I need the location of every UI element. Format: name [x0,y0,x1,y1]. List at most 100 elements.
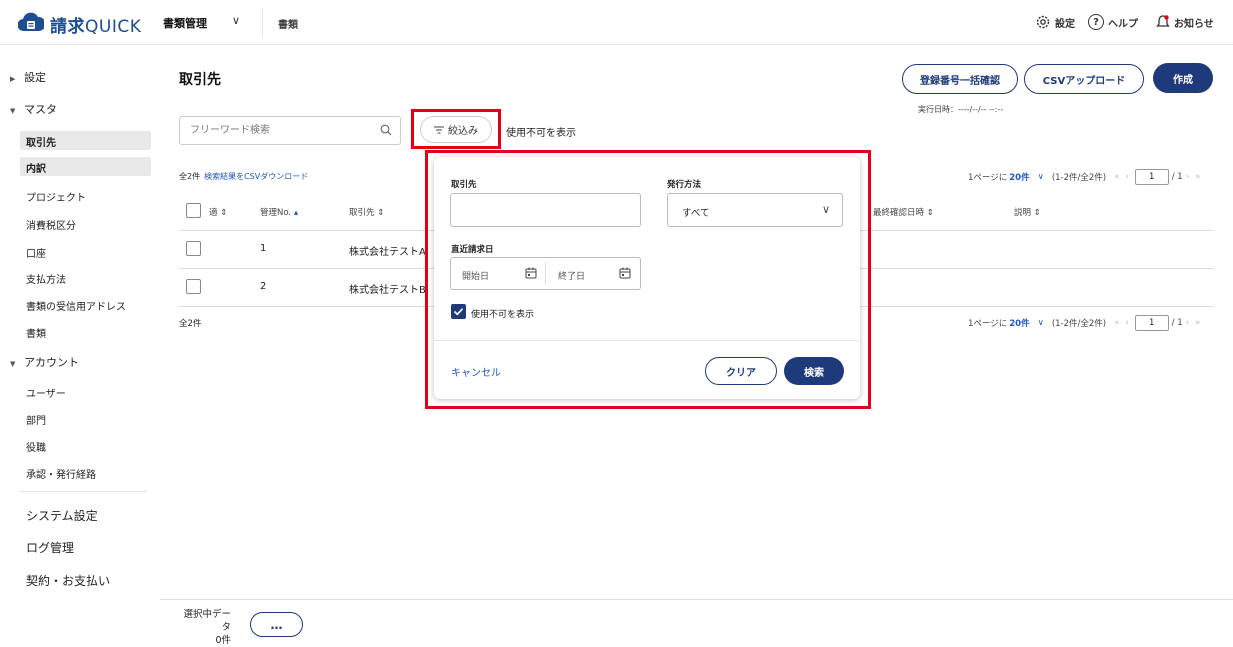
show-disabled-toggle[interactable]: 使用不可を表示 [506,124,576,139]
exec-date: 実行日時：----/--/-- --:-- [918,105,1004,114]
sidebar-item-system-settings[interactable]: システム設定 [26,507,98,524]
page-title: 取引先 [179,72,221,88]
sidebar-item-partners[interactable]: 取引先 [26,134,56,149]
sidebar-section-master[interactable]: ▼ マスタ [10,101,57,117]
header-doc-link[interactable]: 書類 [278,16,298,31]
search-input[interactable] [190,117,370,144]
cloud-logo-icon [18,12,44,32]
sidebar-section-account[interactable]: ▼ アカウント [10,354,79,370]
sidebar-item-breakdown[interactable]: 内訳 [26,160,46,175]
popup-divider [434,340,860,341]
column-header-suitable[interactable]: 適 ⇕ [209,206,227,218]
filter-search-button[interactable]: 検索 [784,357,844,385]
filter-show-disabled-checkbox[interactable] [451,304,466,319]
create-button[interactable]: 作成 [1153,63,1213,93]
app-header: 請求QUICK 書類管理 ∨ 書類 設定 ? ヘルプ お知らせ [0,0,1233,45]
total-count-bottom: 全2件 [179,319,202,329]
column-header-partner[interactable]: 取引先 ⇕ [349,206,384,218]
help-link[interactable]: ? ヘルプ [1088,14,1138,30]
next-page-icon[interactable]: › [1186,318,1189,328]
search-icon[interactable] [380,124,392,136]
date-range-divider [545,262,546,285]
sidebar-item-users[interactable]: ユーザー [26,385,66,400]
triangle-down-icon: ▼ [10,107,16,115]
filter-end-date-input[interactable]: 終了日 [558,269,585,282]
row-checkbox[interactable] [186,241,201,256]
row-partner-name[interactable]: 株式会社テストB [349,281,426,296]
doc-management-menu[interactable]: 書類管理 [163,15,207,31]
bell-icon [1156,15,1170,27]
notice-link[interactable]: お知らせ [1156,14,1214,30]
prev-page-icon[interactable]: ‹ [1125,172,1128,182]
notice-label: お知らせ [1174,18,1214,30]
selected-data-label: 選択中データ 0件 [183,609,231,646]
row-checkbox[interactable] [186,279,201,294]
help-label: ヘルプ [1108,18,1138,30]
sidebar-item-documents[interactable]: 書類 [26,325,46,340]
sidebar-item-tax[interactable]: 消費税区分 [26,217,76,232]
sidebar-item-departments[interactable]: 部門 [26,412,46,427]
settings-label: 設定 [1055,18,1075,30]
page-number-input[interactable]: 1 [1134,315,1169,331]
page-number-input[interactable]: 1 [1134,169,1169,185]
last-page-icon[interactable]: » [1195,318,1200,328]
row-partner-name[interactable]: 株式会社テストA [349,243,426,258]
filter-method-label: 発行方法 [667,180,702,190]
pager-top: 1ページに 20件 ∨ (1-2件/全2件) « ‹ 1 / 1 › » [968,169,1203,185]
gear-icon [1036,15,1050,29]
first-page-icon[interactable]: « [1114,172,1119,182]
last-page-icon[interactable]: » [1195,172,1200,182]
sidebar-item-receive-address[interactable]: 書類の受信用アドレス [26,298,126,313]
checkmark-icon [453,308,464,316]
triangle-right-icon: ▶ [10,75,16,83]
bulk-check-button[interactable]: 登録番号一括確認 [902,64,1018,94]
selected-count: 0件 [215,635,231,646]
csv-download-link[interactable]: 検索結果をCSVダウンロード [204,172,308,181]
filter-cancel-link[interactable]: キャンセル [451,364,501,379]
filter-show-disabled-label: 使用不可を表示 [471,310,535,320]
column-header-description[interactable]: 説明 ⇕ [1014,206,1041,218]
sidebar-section-settings[interactable]: ▶ 設定 [10,69,46,85]
triangle-down-icon: ▼ [10,360,16,368]
pager-bottom: 1ページに 20件 ∨ (1-2件/全2件) « ‹ 1 / 1 › » [968,315,1203,331]
highlight-filter-button [411,109,501,149]
sidebar-item-positions[interactable]: 役職 [26,439,46,454]
prev-page-icon[interactable]: ‹ [1125,318,1128,328]
more-actions-button[interactable]: … [250,612,303,637]
sidebar-item-payment[interactable]: 支払方法 [26,271,66,286]
sidebar-item-log[interactable]: ログ管理 [26,539,74,556]
column-header-mgmt-no[interactable]: 管理No. ▴ [260,206,298,218]
filter-recent-date-label: 直近請求日 [451,245,494,255]
filter-method-select[interactable]: すべて ∨ [667,193,843,227]
chevron-down-icon[interactable]: ∨ [1038,172,1044,182]
chevron-down-icon: ∨ [821,203,830,216]
per-page-select[interactable]: 20件 [1009,317,1029,329]
sidebar-item-approval-route[interactable]: 承認・発行経路 [26,466,96,481]
csv-upload-button[interactable]: CSVアップロード [1024,64,1144,94]
calendar-icon[interactable] [619,267,631,279]
filter-method-value: すべて [682,208,710,219]
row-mgmt-no: 1 [260,243,267,254]
settings-link[interactable]: 設定 [1035,14,1075,30]
select-all-checkbox[interactable] [186,203,201,218]
per-page-select[interactable]: 20件 [1009,171,1029,183]
chevron-down-icon[interactable]: ∨ [232,14,240,27]
filter-start-date-input[interactable]: 開始日 [462,269,489,282]
chevron-down-icon[interactable]: ∨ [1038,318,1044,328]
filter-partner-input[interactable] [450,193,641,227]
bottom-bar [160,599,1233,647]
sidebar-item-contract[interactable]: 契約・お支払い [26,572,110,589]
filter-clear-button[interactable]: クリア [705,357,777,385]
sidebar-divider [20,491,147,492]
search-box [179,116,401,145]
column-header-last-checked[interactable]: 最終確認日時 ⇕ [873,206,934,218]
next-page-icon[interactable]: › [1186,172,1189,182]
result-count: 全2件 検索結果をCSVダウンロード [179,172,309,181]
sidebar-item-account[interactable]: 口座 [26,245,46,260]
calendar-icon[interactable] [525,267,537,279]
sidebar-item-project[interactable]: プロジェクト [26,189,86,204]
first-page-icon[interactable]: « [1114,318,1119,328]
filter-partner-label: 取引先 [451,180,477,190]
app-logo-text[interactable]: 請求QUICK [50,12,141,37]
help-icon: ? [1088,14,1104,30]
